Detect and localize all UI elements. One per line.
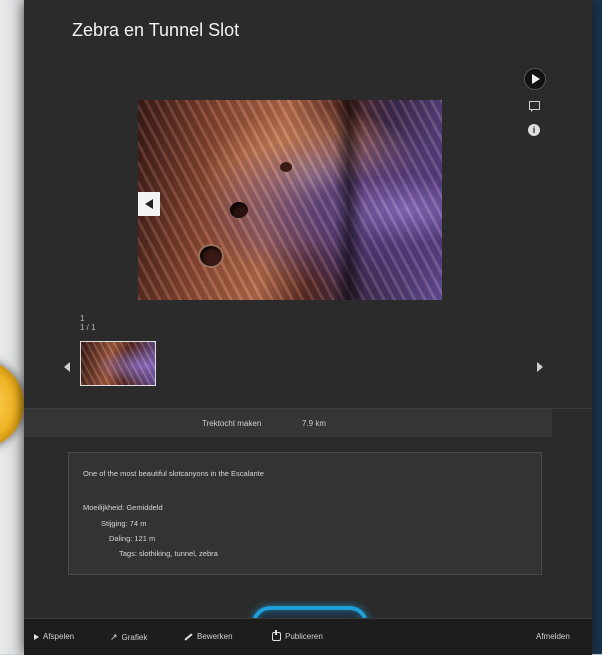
- info-icon[interactable]: i: [528, 124, 540, 136]
- photo-texture: [138, 100, 442, 300]
- thumbnail-next-arrow-icon[interactable]: [537, 362, 543, 372]
- photo-counter-text: 1 / 1: [80, 323, 96, 332]
- stats-bar: Trektocht maken 7.9 km: [24, 409, 552, 437]
- main-photo: [138, 100, 442, 300]
- logout-button[interactable]: Afmelden: [536, 632, 570, 641]
- previous-photo-button[interactable]: [138, 192, 160, 216]
- photo-detail: [230, 202, 248, 218]
- share-icon: [272, 630, 281, 641]
- publish-label: Publiceren: [285, 632, 323, 641]
- graph-button[interactable]: ↗ Grafiek: [110, 632, 147, 643]
- comment-icon[interactable]: [529, 101, 540, 112]
- descent-text: Daling: 121 m: [109, 534, 156, 543]
- edit-label: Bewerken: [197, 632, 233, 641]
- pencil-icon: [184, 632, 193, 641]
- graph-icon: ↗: [110, 632, 118, 642]
- play-label: Afspelen: [43, 632, 75, 641]
- bottom-toolbar: Afspelen ↗ Grafiek Bewerken Publiceren A…: [24, 618, 592, 655]
- thumbnail-prev-arrow-icon[interactable]: [64, 362, 70, 372]
- play-button[interactable]: Afspelen: [34, 632, 74, 641]
- album-title: Zebra en Tunnel Slot: [72, 20, 240, 40]
- difficulty-text: Moeilijkheid: Gemiddeld: [83, 503, 163, 512]
- description-panel: One of the most beautiful slotcanyons in…: [68, 452, 542, 575]
- tags-text: Tags: slothiking, tunnel, zebra: [119, 549, 218, 558]
- play-icon: [34, 633, 39, 640]
- publish-button[interactable]: Publiceren: [272, 630, 323, 641]
- stats-value: 7.9 km: [302, 419, 327, 428]
- photo-detail: [280, 162, 292, 172]
- slideshow-play-icon[interactable]: [524, 68, 546, 90]
- photo-counter-mark: 1: [80, 314, 85, 323]
- stats-label: Trektocht maken: [202, 419, 262, 428]
- photo-detail: [198, 244, 224, 268]
- photo-shadow: [334, 100, 364, 300]
- photo-counter: 1 1 / 1: [80, 314, 96, 332]
- photo-thumbnail[interactable]: [80, 341, 156, 386]
- graph-label: Grafiek: [121, 633, 148, 642]
- description-text: One of the most beautiful slotcanyons in…: [83, 469, 264, 478]
- edit-button[interactable]: Bewerken: [184, 632, 233, 641]
- album-window: Zebra en Tunnel Slot i 1 1 / 1 Trektocht…: [24, 0, 592, 655]
- ascent-text: Stijging: 74 m: [101, 519, 147, 528]
- logout-label: Afmelden: [536, 632, 570, 641]
